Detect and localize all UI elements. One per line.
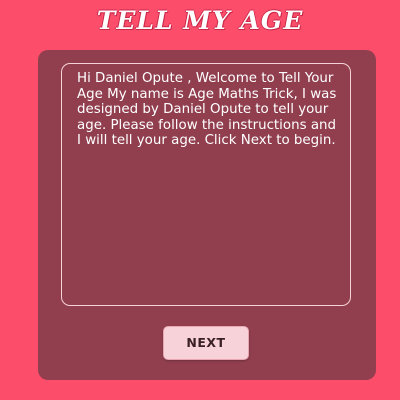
message-box: Hi Daniel Opute , Welcome to Tell Your A… [61,63,351,306]
main-panel: Hi Daniel Opute , Welcome to Tell Your A… [38,50,376,380]
next-button[interactable]: NEXT [163,326,249,360]
app-title: TELL MY AGE [96,6,304,35]
welcome-message: Hi Daniel Opute , Welcome to Tell Your A… [77,71,337,149]
